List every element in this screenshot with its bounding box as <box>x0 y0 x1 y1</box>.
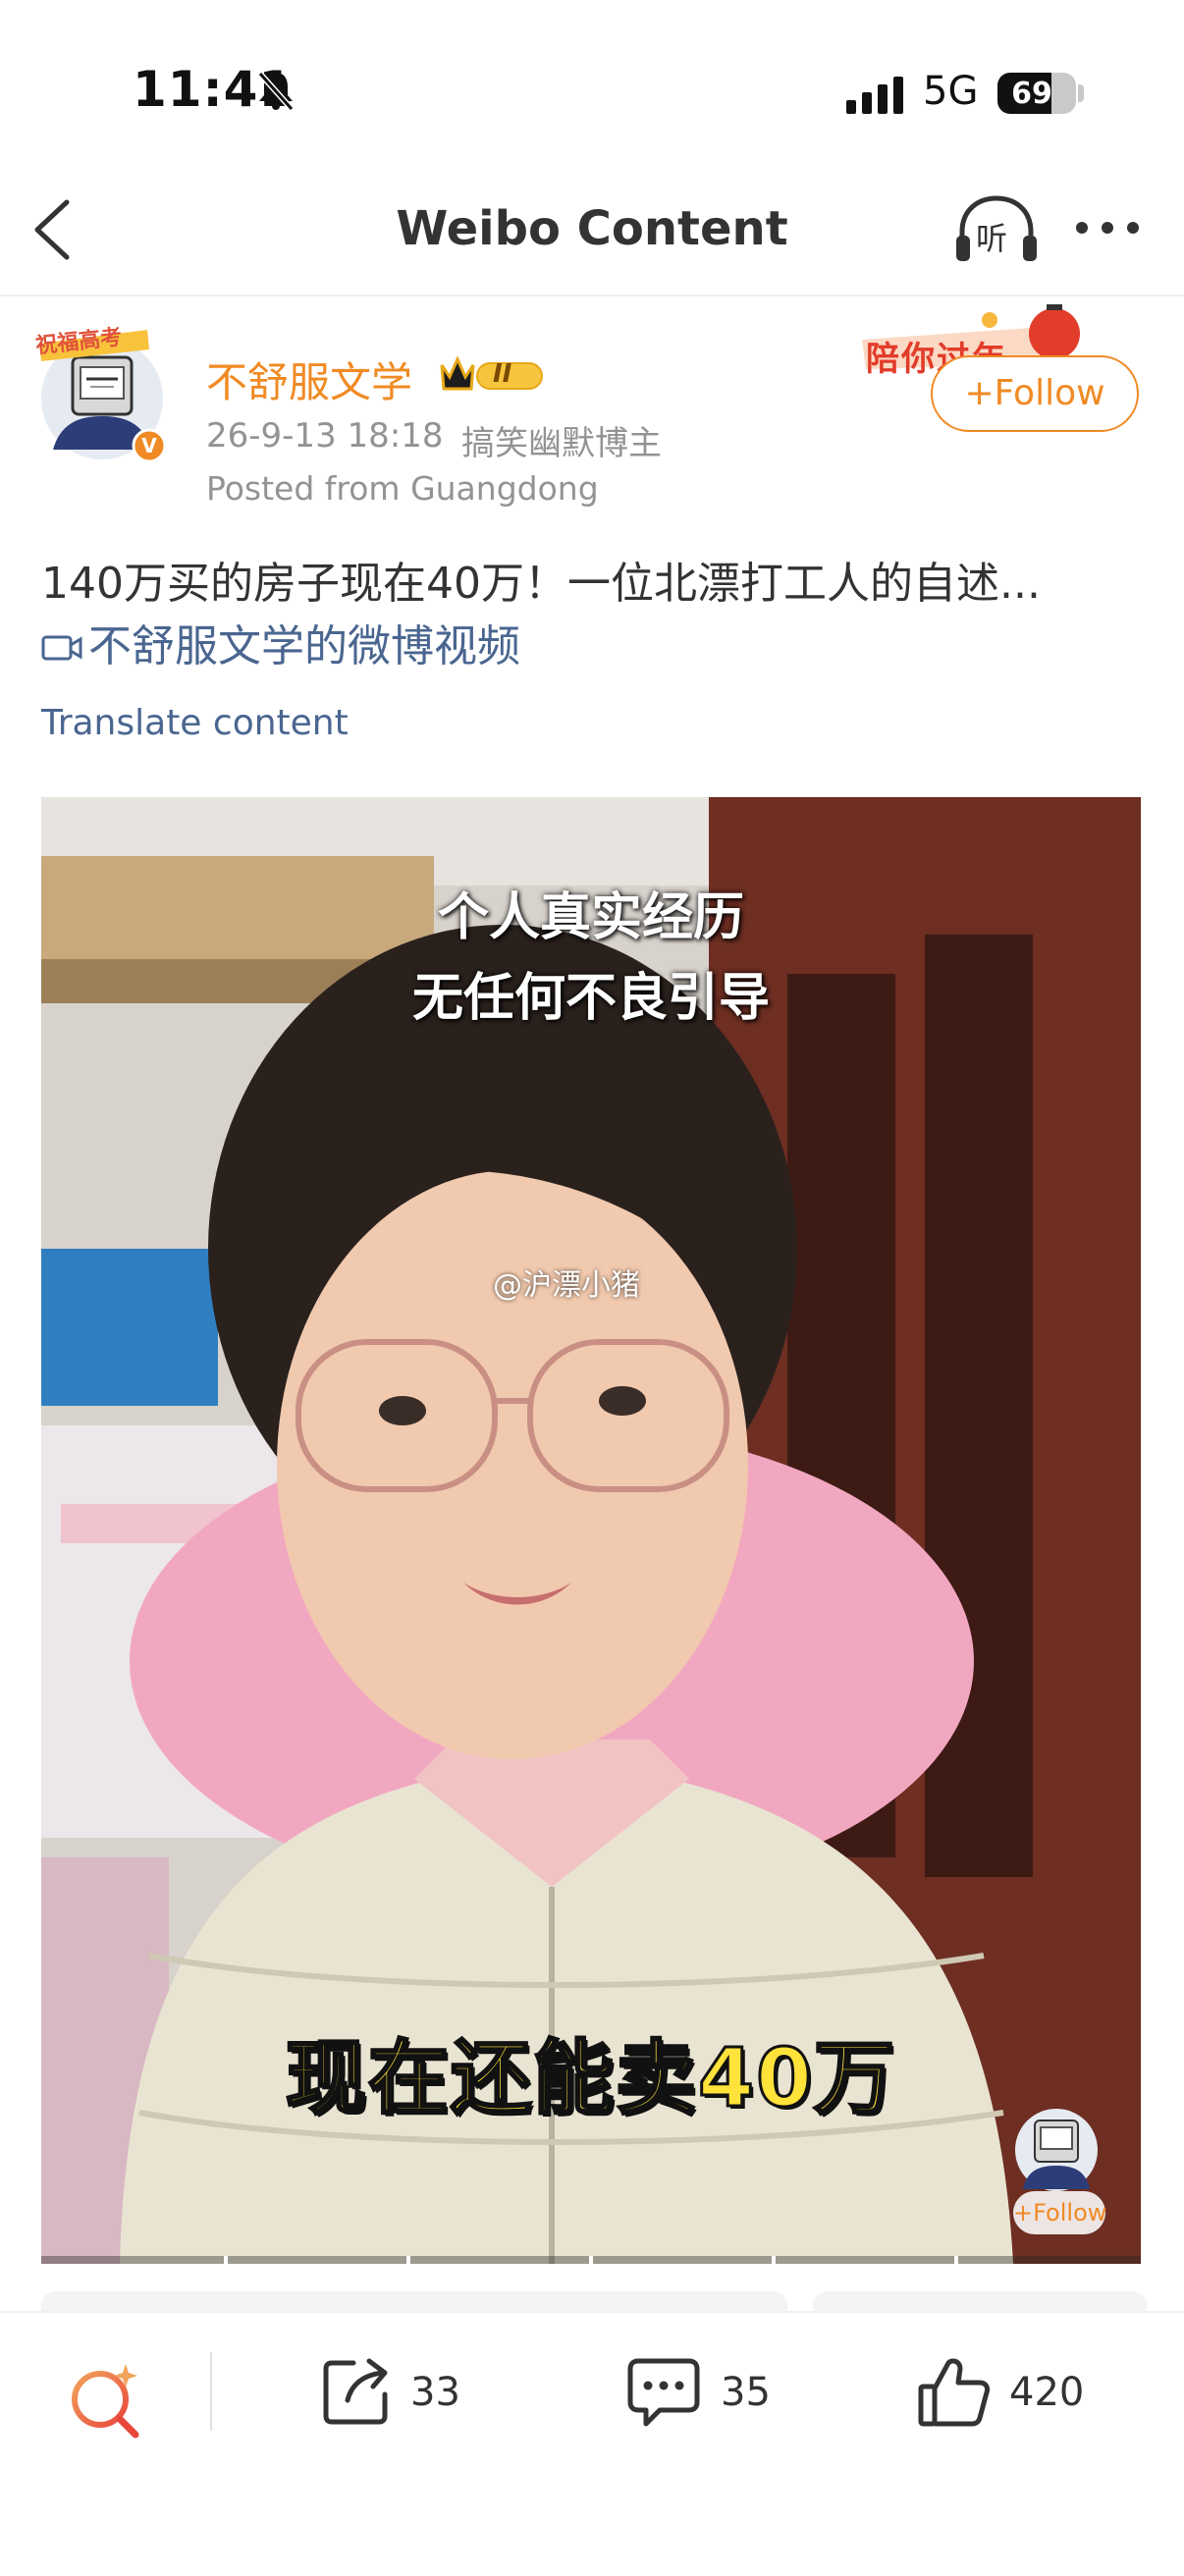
listen-label: 听 <box>976 220 1008 257</box>
listen-button[interactable]: 听 <box>954 192 1039 265</box>
video-caption-top: 个人真实经历 无任何不良引导 <box>41 878 1141 1039</box>
comment-count: 35 <box>721 2370 771 2415</box>
battery-level: 69 <box>1011 77 1052 111</box>
content-card-peek <box>813 2291 1147 2313</box>
more-dot-icon <box>1102 222 1113 234</box>
video-progress-bar[interactable] <box>41 2256 1141 2264</box>
comment-button[interactable]: 35 <box>624 2348 771 2437</box>
follow-button[interactable]: +Follow <box>931 355 1139 432</box>
video-watermark: @沪漂小猪 <box>493 1268 640 1303</box>
video-author-avatar[interactable] <box>1003 2101 1109 2191</box>
caption-line: 无任何不良引导 <box>411 969 770 1028</box>
caption-line: 个人真实经历 <box>437 888 744 947</box>
post-location: Posted from Guangdong <box>206 469 599 508</box>
post-text: 140万买的房子现在40万！一位北漂打工人的自述... <box>41 559 1041 609</box>
thumbs-up-icon <box>918 2358 991 2427</box>
post-time: 26-9-13 18:18 <box>206 416 444 456</box>
battery-cap <box>1078 84 1084 102</box>
battery-indicator: 69 <box>997 73 1076 114</box>
progress-segment-gap <box>224 2256 228 2264</box>
video-caption-bottom: 现在还能卖40万 <box>284 2031 897 2127</box>
more-dot-icon <box>1076 222 1088 234</box>
translate-button[interactable]: Translate content <box>41 703 349 743</box>
ai-search-icon <box>72 2364 139 2439</box>
signal-strength-icon <box>846 77 905 120</box>
progress-segment-gap <box>406 2256 410 2264</box>
more-options-button[interactable] <box>1072 218 1143 238</box>
video-follow-button[interactable]: +Follow <box>1013 2191 1106 2234</box>
more-dot-icon <box>1127 222 1139 234</box>
vip-level: II <box>493 359 512 389</box>
video-link[interactable]: 不舒服文学的微博视频 <box>41 611 520 674</box>
share-icon <box>323 2358 388 2425</box>
ai-search-button[interactable] <box>67 2360 147 2441</box>
progress-segment-gap <box>954 2256 958 2264</box>
content-card-peek <box>41 2291 787 2313</box>
share-count: 33 <box>410 2370 460 2415</box>
bell-mute-icon <box>255 69 296 116</box>
comment-icon <box>627 2358 700 2427</box>
video-link-label: 不舒服文学的微博视频 <box>88 621 520 671</box>
video-camera-icon <box>41 624 84 674</box>
author-tag: 搞笑幽默博主 <box>461 424 662 463</box>
like-button[interactable]: 420 <box>917 2348 1084 2437</box>
svg-text:V: V <box>141 434 157 457</box>
progress-segment-gap <box>589 2256 593 2264</box>
vip-badge: II <box>438 353 548 395</box>
bottom-action-bar: 33 35 420 <box>0 2311 1184 2576</box>
progress-segment-gap <box>772 2256 776 2264</box>
share-button[interactable]: 33 <box>318 2348 460 2437</box>
like-count: 420 <box>1009 2370 1085 2415</box>
author-name[interactable]: 不舒服文学 <box>206 349 412 409</box>
nav-divider <box>0 295 1184 296</box>
action-divider <box>210 2352 212 2431</box>
video-player[interactable]: 个人真实经历 无任何不良引导 @沪漂小猪 现在还能卖40万 +Follow <box>41 797 1141 2264</box>
network-type: 5G <box>923 69 979 114</box>
